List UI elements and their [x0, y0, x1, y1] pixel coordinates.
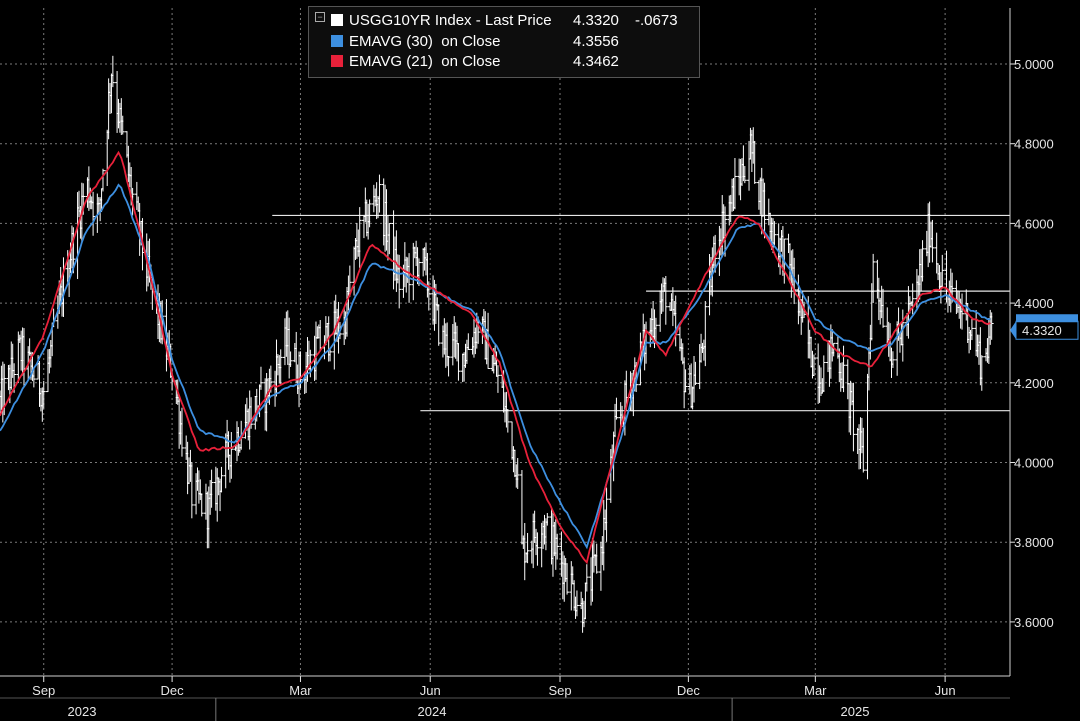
year-label: 2024	[418, 704, 447, 719]
x-tick-label: Mar	[804, 683, 827, 698]
x-tick-label: Sep	[32, 683, 55, 698]
legend-value: 4.3462	[573, 52, 619, 70]
minus-box-icon[interactable]: −	[315, 12, 325, 22]
x-tick-label: Dec	[677, 683, 701, 698]
legend-row-ema21: EMAVG (21) on Close 4.3462	[331, 51, 635, 71]
ema-price-tag	[1016, 314, 1078, 323]
x-tick-label: Sep	[548, 683, 571, 698]
year-label: 2023	[68, 704, 97, 719]
y-tick-label: 3.8000	[1014, 535, 1054, 550]
year-label: 2025	[841, 704, 870, 719]
last-price-tag-label: 4.3320	[1022, 323, 1062, 338]
last-price-tags: 4.3320	[1010, 314, 1079, 340]
legend-swatch-ema21	[331, 55, 343, 67]
legend-value: 4.3556	[573, 32, 619, 50]
legend-row-price: USGG10YR Index - Last Price 4.3320 -.067…	[331, 10, 678, 30]
legend-swatch-ema30	[331, 35, 343, 47]
y-tick-label: 4.8000	[1014, 137, 1054, 152]
chart-legend: − USGG10YR Index - Last Price 4.3320 -.0…	[308, 6, 700, 78]
x-tick-label: Dec	[161, 683, 185, 698]
y-tick-label: 3.6000	[1014, 615, 1054, 630]
x-tick-label: Jun	[420, 683, 441, 698]
legend-label: EMAVG (21) on Close	[349, 52, 501, 70]
legend-row-ema30: EMAVG (30) on Close 4.3556	[331, 31, 635, 51]
legend-label: EMAVG (30) on Close	[349, 32, 501, 50]
legend-swatch-price	[331, 14, 343, 26]
legend-value: 4.3320	[573, 11, 619, 29]
legend-change: -.0673	[635, 11, 678, 29]
legend-label: USGG10YR Index - Last Price	[349, 11, 552, 29]
price-chart: 5.0000 4.8000 4.6000 4.4000 4.2000 4.0000 3.80…	[0, 0, 1080, 721]
y-tick-label: 5.0000	[1014, 57, 1054, 72]
y-tick-label: 4.2000	[1014, 376, 1054, 391]
y-tick-label: 4.6000	[1014, 216, 1054, 231]
chart-background	[0, 0, 1080, 721]
y-tick-label: 4.4000	[1014, 296, 1054, 311]
y-tick-label: 4.0000	[1014, 456, 1054, 471]
x-tick-label: Mar	[289, 683, 312, 698]
x-tick-label: Jun	[935, 683, 956, 698]
